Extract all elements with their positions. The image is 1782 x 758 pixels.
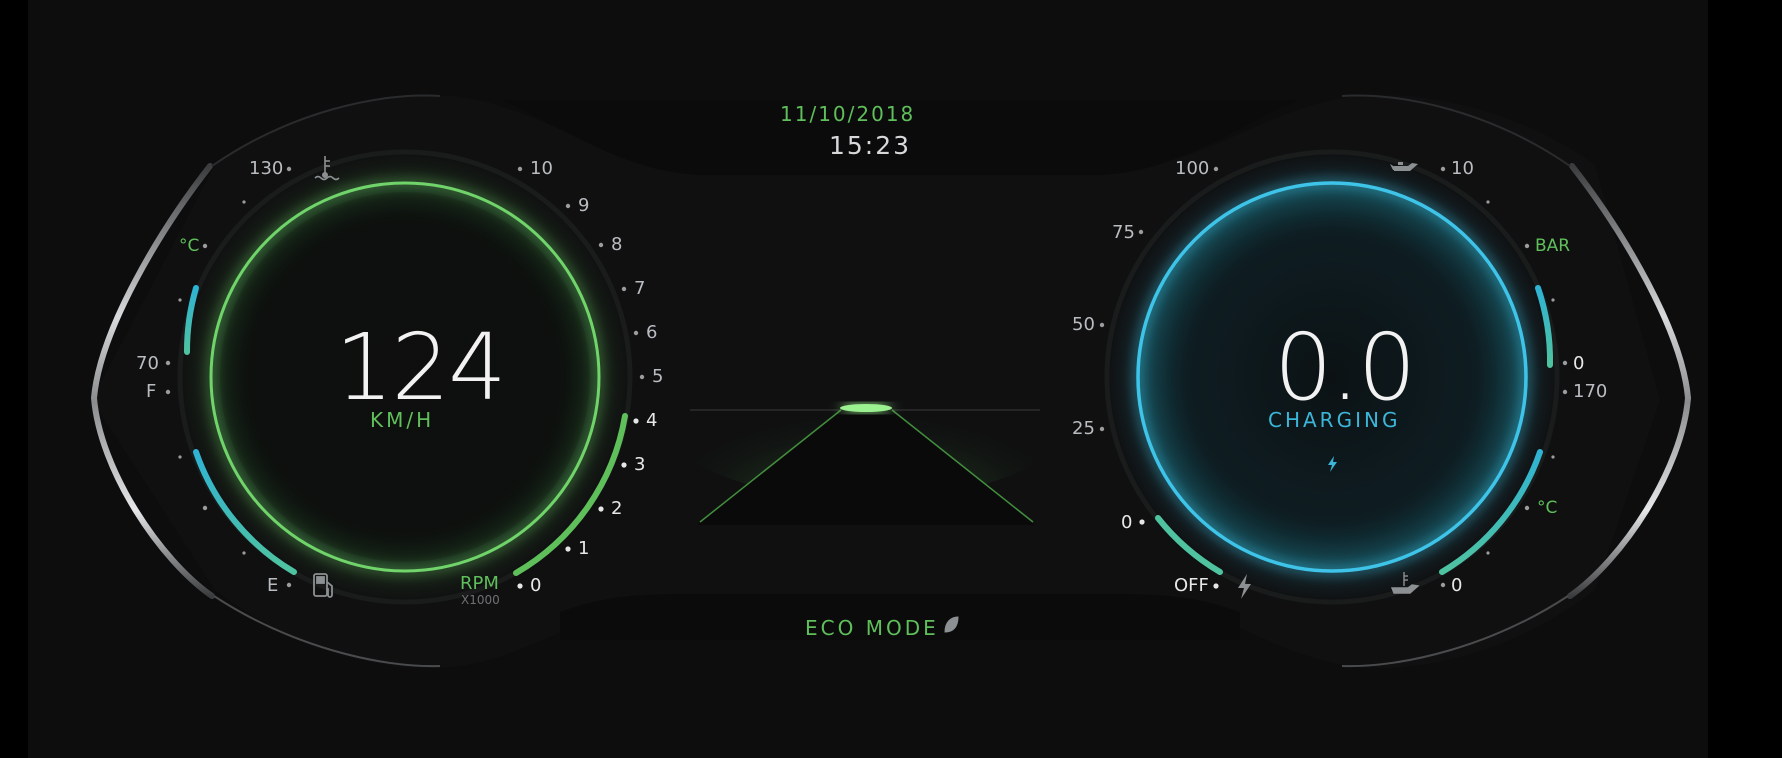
time-display: 15:23: [829, 131, 912, 160]
rpm-tick-8: 8: [611, 234, 623, 255]
rpm-label: RPM: [460, 573, 499, 594]
power-tick-75: 75: [1112, 222, 1135, 243]
oil-pressure-min-label: 0: [1573, 353, 1585, 374]
rpm-tick-10: 10: [530, 158, 553, 179]
speed-unit: KM/H: [370, 408, 435, 432]
charging-status: CHARGING: [1268, 408, 1401, 432]
power-tick-100: 100: [1175, 158, 1210, 179]
rpm-tick-5: 5: [652, 366, 664, 387]
rpm-tick-9: 9: [578, 195, 590, 216]
fuel-empty-label: E: [267, 575, 279, 596]
rpm-multiplier: X1000: [461, 593, 500, 607]
power-tick-25: 25: [1072, 418, 1095, 439]
charging-value: 0.0: [1274, 314, 1416, 421]
power-tick-0: 0: [1121, 512, 1133, 533]
oil-pressure-max-label: 10: [1451, 158, 1474, 179]
oil-temp-unit: °C: [1537, 498, 1558, 518]
speed-value: 124: [335, 314, 507, 421]
coolant-temp-max-label: 130: [249, 158, 284, 179]
rpm-tick-3: 3: [634, 454, 646, 475]
coolant-temp-min-label: 70: [136, 353, 159, 374]
rpm-tick-0: 0: [530, 575, 542, 596]
oil-temp-min-label: 0: [1451, 575, 1463, 596]
rpm-tick-7: 7: [634, 278, 646, 299]
power-tick-50: 50: [1072, 314, 1095, 335]
rpm-tick-4: 4: [646, 410, 658, 431]
eco-mode-label: ECO MODE: [805, 616, 939, 640]
oil-temp-max-label: 170: [1573, 381, 1608, 402]
oil-pressure-unit: BAR: [1535, 236, 1571, 256]
date-display: 11/10/2018: [780, 102, 916, 126]
rpm-tick-1: 1: [578, 538, 590, 559]
coolant-temp-unit: °C: [179, 236, 200, 256]
power-off-label: OFF: [1174, 575, 1209, 596]
fuel-full-label: F: [146, 381, 157, 402]
rpm-tick-6: 6: [646, 322, 658, 343]
rpm-tick-2: 2: [611, 498, 623, 519]
instrument-cluster-screen: 11/10/2018 15:23 124 KM/H 130 °C 70 F E …: [0, 0, 1782, 758]
